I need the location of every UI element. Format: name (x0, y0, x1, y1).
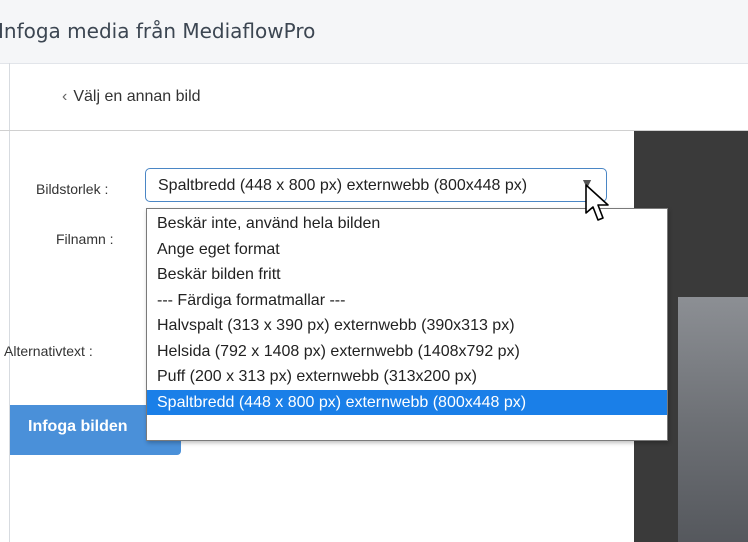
size-select[interactable]: Spaltbredd (448 x 800 px) externwebb (80… (145, 168, 607, 202)
dialog-title: Infoga media från MediaflowPro (0, 19, 316, 43)
filename-label: Filnamn : (56, 231, 114, 247)
dropdown-option-separator: --- Färdiga formatmallar --- (157, 291, 346, 309)
back-link-label: Välj en annan bild (73, 88, 201, 105)
dropdown-option[interactable]: Puff (200 x 313 px) externwebb (313x200 … (147, 364, 667, 390)
dropdown-option[interactable]: Helsida (792 x 1408 px) externwebb (1408… (147, 339, 667, 365)
dropdown-option[interactable]: Ange eget format (147, 237, 667, 263)
dropdown-option-selected[interactable]: Spaltbredd (448 x 800 px) externwebb (80… (147, 389, 667, 415)
size-select-value: Spaltbredd (448 x 800 px) externwebb (80… (158, 177, 528, 194)
dropdown-option[interactable]: Beskär bilden fritt (147, 262, 667, 288)
dialog-header: Infoga media från MediaflowPro (0, 0, 748, 64)
mouse-cursor-icon (585, 184, 609, 221)
size-dropdown-list[interactable]: Beskär inte, använd hela bilden Ange ege… (146, 208, 668, 441)
dropdown-option[interactable]: Halvspalt (313 x 390 px) externwebb (390… (147, 313, 667, 339)
dialog-left-border (9, 63, 10, 542)
alt-text-label: Alternativtext : (4, 343, 93, 359)
image-preview-content (678, 297, 748, 542)
chevron-left-icon: ‹ (62, 88, 68, 105)
size-label: Bildstorlek : (36, 181, 109, 197)
back-link[interactable]: ‹ Välj en annan bild (62, 88, 201, 106)
